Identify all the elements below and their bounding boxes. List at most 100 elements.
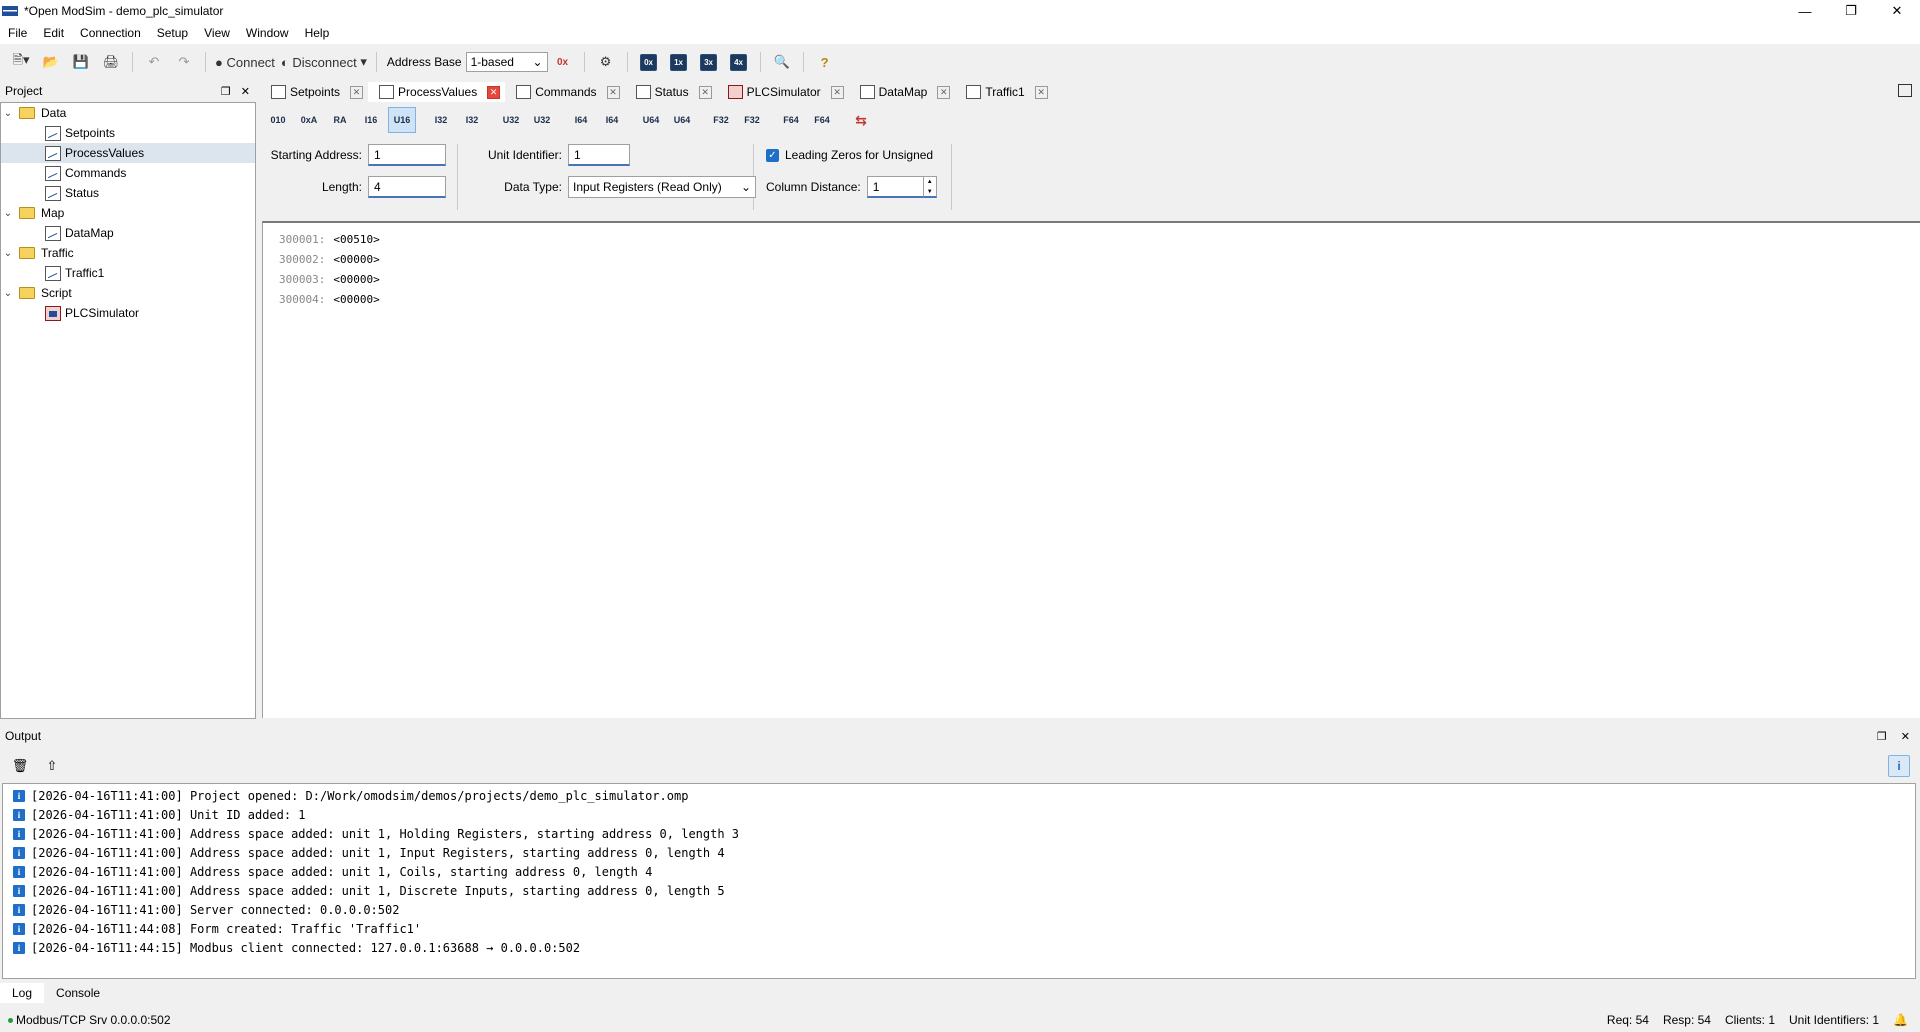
tab-processvalues[interactable]: ProcessValues ✕ [368, 82, 506, 102]
float32-swapped-format-button[interactable]: F32 [738, 107, 766, 133]
tree-item-datamap[interactable]: DataMap [1, 223, 255, 243]
connect-button[interactable]: ● Connect [215, 50, 275, 74]
float64-format-button[interactable]: F64 [777, 107, 805, 133]
holding-registers-button[interactable]: 4x [727, 50, 751, 74]
bell-icon[interactable]: 🔔 [1893, 1013, 1908, 1027]
restore-button[interactable]: ❐ [1828, 0, 1874, 22]
data-type-select[interactable]: Input Registers (Read Only) ⌄ [568, 176, 756, 198]
register-row[interactable]: 300003: <00000> [279, 269, 1920, 289]
length-field[interactable]: 4 [368, 176, 446, 198]
tree-item-map[interactable]: ⌄ Map [1, 203, 255, 223]
close-tab-icon[interactable]: ✕ [698, 85, 712, 99]
help-icon[interactable]: ? [813, 50, 837, 74]
int64-format-button[interactable]: I64 [567, 107, 595, 133]
log-view[interactable]: i [2026-04-16T11:41:00] Project opened: D… [2, 783, 1916, 979]
menu-setup[interactable]: Setup [149, 26, 196, 40]
tree-item-commands[interactable]: Commands [1, 163, 255, 183]
chevron-down-icon[interactable]: ⌄ [1, 108, 15, 119]
uint32-swapped-format-button[interactable]: U32 [528, 107, 556, 133]
close-window-button[interactable]: ✕ [1874, 0, 1920, 22]
float-icon[interactable]: ❐ [1877, 730, 1887, 743]
coils-button[interactable]: 0x [637, 50, 661, 74]
tab-plcsimulator[interactable]: PLCSimulator ✕ [717, 82, 849, 102]
register-row[interactable]: 300001: <00510> [279, 229, 1920, 249]
uint64-swapped-format-button[interactable]: U64 [668, 107, 696, 133]
starting-address-field[interactable]: 1 [368, 144, 446, 166]
chevron-down-icon[interactable]: ⌄ [1, 288, 15, 299]
int32-format-button[interactable]: I32 [427, 107, 455, 133]
tab-console[interactable]: Console [44, 983, 112, 1003]
close-tab-icon[interactable]: ✕ [487, 85, 501, 99]
redo-icon[interactable]: ↷ [172, 50, 196, 74]
tree-item-data[interactable]: ⌄ Data [1, 103, 255, 123]
binary-format-button[interactable]: 010 [264, 107, 292, 133]
register-data-view[interactable]: 300001: <00510> 300002: <00000> 300003: <00… [262, 221, 1920, 718]
tree-item-traffic[interactable]: ⌄ Traffic [1, 243, 255, 263]
input-registers-button[interactable]: 3x [697, 50, 721, 74]
close-icon[interactable]: ✕ [1901, 730, 1910, 743]
menu-window[interactable]: Window [238, 26, 297, 40]
int16-format-button[interactable]: I16 [357, 107, 385, 133]
tab-log[interactable]: Log [0, 983, 45, 1003]
float64-swapped-format-button[interactable]: F64 [808, 107, 836, 133]
print-icon[interactable]: 🖨 [99, 50, 123, 74]
int32-swapped-format-button[interactable]: I32 [458, 107, 486, 133]
chevron-down-icon[interactable]: ⌄ [1, 208, 15, 219]
menu-file[interactable]: File [0, 26, 35, 40]
register-row[interactable]: 300002: <00000> [279, 249, 1920, 269]
chevron-down-icon[interactable]: ⌄ [1, 248, 15, 259]
tree-item-script[interactable]: ⌄ Script [1, 283, 255, 303]
export-icon[interactable]: ⇧ [42, 756, 62, 776]
search-icon[interactable]: 🔍 [770, 50, 794, 74]
close-icon[interactable]: ✕ [241, 85, 250, 98]
float-icon[interactable]: ❐ [221, 85, 231, 98]
tab-traffic1[interactable]: Traffic1 ✕ [955, 82, 1052, 102]
menu-view[interactable]: View [196, 26, 238, 40]
hex-address-icon[interactable]: 0x [551, 50, 575, 74]
menu-edit[interactable]: Edit [35, 26, 72, 40]
split-view-icon[interactable] [1898, 84, 1912, 97]
tree-item-plcsimulator[interactable]: PLCSimulator [1, 303, 255, 323]
spin-down-icon[interactable]: ▼ [924, 187, 936, 197]
menu-connection[interactable]: Connection [72, 26, 149, 40]
undo-icon[interactable]: ↶ [142, 50, 166, 74]
spin-up-icon[interactable]: ▲ [924, 177, 936, 187]
menu-help[interactable]: Help [297, 26, 338, 40]
log-entry: i [2026-04-16T11:41:00] Address space add… [3, 862, 1915, 881]
uint16-format-button[interactable]: U16 [388, 107, 416, 133]
info-filter-icon[interactable]: i [1888, 755, 1910, 777]
disconnect-button[interactable]: ◐ Disconnect ▾ [281, 50, 367, 74]
register-row[interactable]: 300004: <00000> [279, 289, 1920, 309]
tree-item-status[interactable]: Status [1, 183, 255, 203]
unit-identifier-field[interactable]: 1 [568, 144, 630, 166]
open-icon[interactable]: 📂 [39, 50, 63, 74]
force-icon[interactable]: ⚙ [594, 50, 618, 74]
float32-format-button[interactable]: F32 [707, 107, 735, 133]
ansi-format-button[interactable]: RA [326, 107, 354, 133]
tree-item-processvalues[interactable]: ProcessValues [1, 143, 255, 163]
address-base-select[interactable]: 1-based ⌄ [465, 52, 548, 72]
trash-icon[interactable]: 🗑 [10, 756, 30, 776]
tab-commands[interactable]: Commands ✕ [505, 82, 624, 102]
save-icon[interactable]: 💾 [69, 50, 93, 74]
close-tab-icon[interactable]: ✕ [606, 85, 620, 99]
close-tab-icon[interactable]: ✕ [1034, 85, 1048, 99]
new-icon[interactable]: 🗎▾ [9, 50, 33, 74]
leading-zeros-checkbox[interactable]: ✓ [766, 148, 779, 162]
minimize-button[interactable]: — [1782, 0, 1828, 22]
int64-swapped-format-button[interactable]: I64 [598, 107, 626, 133]
close-tab-icon[interactable]: ✕ [350, 85, 364, 99]
column-distance-spinbox[interactable]: 1 ▲ ▼ [866, 176, 937, 198]
swap-bytes-icon[interactable]: ⇆ [847, 107, 875, 133]
tab-status[interactable]: Status ✕ [625, 82, 717, 102]
uint64-format-button[interactable]: U64 [637, 107, 665, 133]
uint32-format-button[interactable]: U32 [497, 107, 525, 133]
tree-item-traffic1[interactable]: Traffic1 [1, 263, 255, 283]
tab-setpoints[interactable]: Setpoints ✕ [260, 82, 368, 102]
tree-item-setpoints[interactable]: Setpoints [1, 123, 255, 143]
tab-datamap[interactable]: DataMap ✕ [849, 82, 956, 102]
discrete-inputs-button[interactable]: 1x [667, 50, 691, 74]
hex-format-button[interactable]: 0xA [295, 107, 323, 133]
close-tab-icon[interactable]: ✕ [937, 85, 951, 99]
close-tab-icon[interactable]: ✕ [830, 85, 844, 99]
